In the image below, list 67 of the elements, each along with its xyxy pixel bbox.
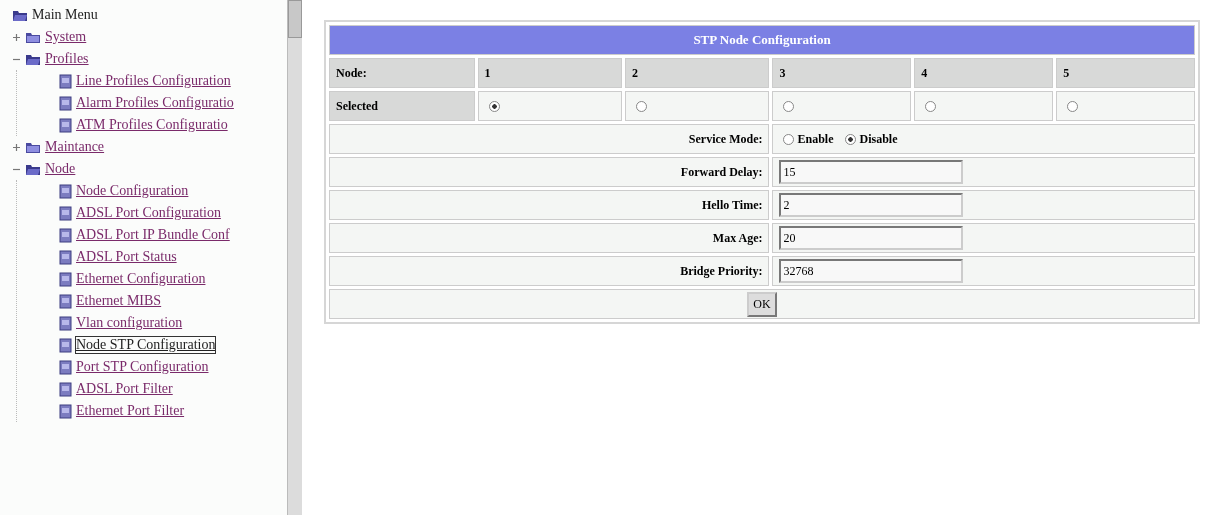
input-field[interactable]: 2 — [779, 193, 964, 217]
field-label: Service Mode: — [688, 131, 763, 146]
page-icon — [59, 95, 72, 111]
menu-link[interactable]: Ethernet Configuration — [76, 271, 206, 287]
menu-link[interactable]: Line Profiles Configuration — [76, 73, 231, 89]
page-icon — [59, 403, 72, 419]
menu-link[interactable]: ADSL Port Configuration — [76, 205, 221, 221]
radio-button[interactable] — [636, 101, 647, 113]
menu-link[interactable]: Node Configuration — [76, 183, 189, 199]
menu-link[interactable]: Maintance — [45, 139, 105, 155]
page-icon — [59, 205, 72, 221]
column-header: Node: — [329, 58, 475, 88]
page-icon — [59, 117, 72, 133]
field-label: Bridge Priority: — [680, 263, 763, 278]
page-icon — [59, 73, 72, 89]
field-label: Forward Delay: — [680, 164, 763, 179]
menu-link[interactable]: ADSL Port Status — [76, 249, 177, 265]
plus-icon[interactable] — [12, 32, 21, 42]
form-title: STP Node Configuration — [329, 25, 1195, 55]
menu-link[interactable]: Vlan configuration — [76, 315, 183, 331]
ok-button[interactable]: OK — [747, 291, 777, 317]
input-field[interactable]: 15 — [779, 160, 964, 184]
page-icon — [59, 271, 72, 287]
menu-link[interactable]: ADSL Port Filter — [76, 381, 173, 397]
menu-link[interactable]: ADSL Port IP Bundle Conf — [76, 227, 230, 243]
menu-link[interactable]: Port STP Configuration — [76, 359, 209, 375]
menu-link[interactable]: Node — [45, 161, 76, 177]
radio-button[interactable] — [783, 134, 795, 146]
column-header: 3 — [772, 58, 912, 88]
column-header: 2 — [625, 58, 770, 88]
folder-icon — [25, 30, 41, 44]
menu-link[interactable]: Alarm Profiles Configuratio — [76, 95, 234, 111]
field-label: Hello Time: — [701, 197, 763, 212]
row-header: Selected — [329, 91, 475, 121]
plus-icon[interactable] — [12, 142, 21, 152]
column-header: 1 — [477, 58, 622, 88]
option-label: Disable — [859, 131, 898, 146]
scrollbar[interactable] — [287, 0, 302, 515]
page-icon — [59, 359, 72, 375]
radio-button[interactable] — [925, 101, 937, 113]
menu-link[interactable]: Ethernet MIBS — [76, 293, 162, 309]
page-icon — [59, 249, 72, 265]
menu-title: Main Menu — [32, 7, 98, 23]
page-icon — [59, 315, 72, 331]
radio-button[interactable] — [488, 101, 500, 113]
page-icon — [59, 183, 72, 199]
page-icon — [59, 293, 72, 309]
input-field[interactable]: 20 — [779, 226, 964, 250]
column-header: 5 — [1056, 58, 1195, 88]
field-label: Max Age: — [712, 230, 763, 245]
menu-link[interactable]: Node STP Configuration — [76, 337, 216, 353]
radio-button[interactable] — [845, 134, 857, 146]
menu-link[interactable]: Profiles — [45, 51, 89, 67]
page-icon — [59, 337, 72, 353]
menu-link[interactable]: Ethernet Port Filter — [76, 403, 185, 419]
folder-icon — [25, 140, 41, 154]
input-field[interactable]: 32768 — [779, 259, 964, 283]
page-icon — [59, 381, 72, 397]
radio-button[interactable] — [783, 101, 795, 113]
radio-button[interactable] — [1067, 101, 1079, 113]
open-folder-icon — [25, 52, 41, 66]
menu-link[interactable]: ATM Profiles Configuratio — [76, 117, 228, 133]
menu-link[interactable]: System — [45, 29, 87, 45]
option-label: Enable — [797, 131, 834, 146]
column-header: 4 — [914, 58, 1054, 88]
page-icon — [59, 227, 72, 243]
open-folder-icon — [25, 162, 41, 176]
